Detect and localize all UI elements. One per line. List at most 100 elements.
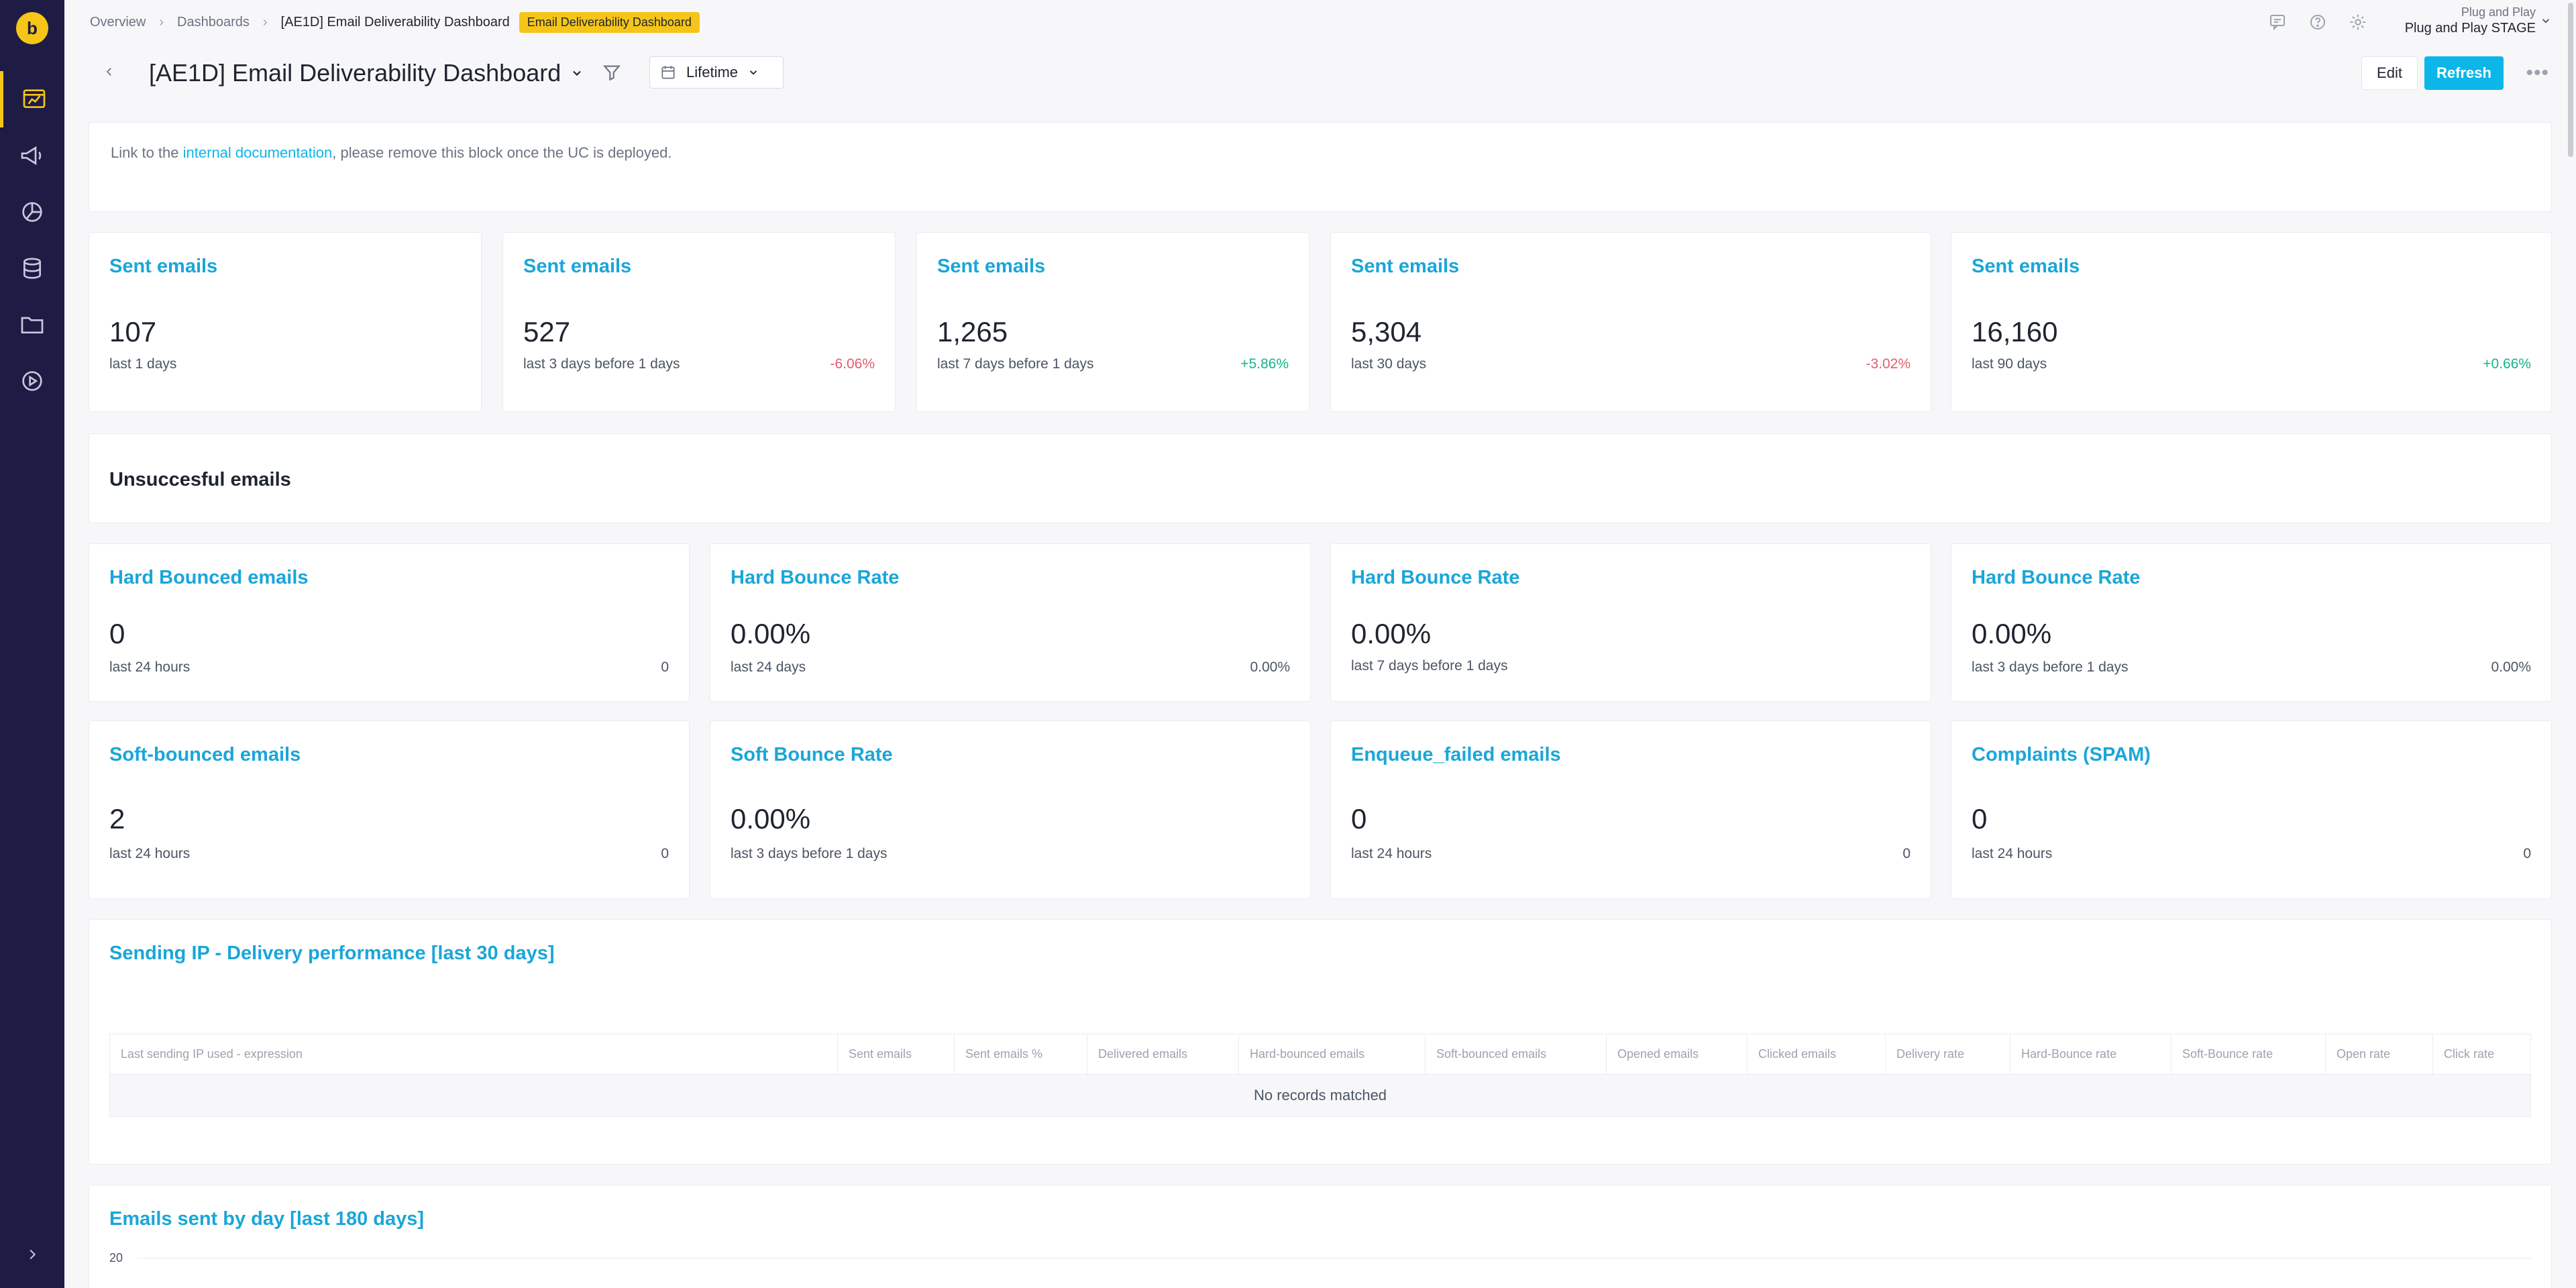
app-logo[interactable]: b [16, 12, 48, 44]
dashboard-type-badge: Email Deliverability Dashboard [519, 12, 700, 33]
metric-value: 0 [1351, 803, 1367, 835]
metric-card[interactable]: Enqueue_failed emails 0 last 24 hours 0 [1330, 720, 1931, 899]
column-header[interactable]: Delivered emails [1087, 1034, 1238, 1074]
metric-period: last 3 days before 1 days [731, 846, 888, 861]
metric-title[interactable]: Hard Bounced emails [109, 567, 309, 589]
metric-value: 107 [109, 316, 157, 347]
column-header[interactable]: Clicked emails [1747, 1034, 1885, 1074]
metric-period: last 30 days [1351, 356, 1427, 372]
metric-value: 0.00% [1972, 618, 2052, 649]
page-scrollbar[interactable] [2568, 3, 2573, 157]
chevron-left-icon [106, 68, 111, 76]
metric-title[interactable]: Soft-bounced emails [109, 744, 301, 766]
metric-card[interactable]: Hard Bounce Rate 0.00% last 7 days befor… [1330, 543, 1931, 702]
metric-change: -6.06% [830, 356, 875, 372]
pie-chart-icon [22, 202, 42, 222]
metric-period: last 1 days [109, 356, 177, 372]
organization-switcher[interactable]: Plug and Play Plug and Play STAGE [2405, 5, 2536, 36]
metric-period: last 24 hours [1972, 846, 2053, 861]
column-header[interactable]: Open rate [2325, 1034, 2432, 1074]
more-options-icon[interactable]: ••• [2526, 62, 2549, 85]
comment-icon[interactable] [2267, 12, 2288, 32]
sidebar-item-campaigns[interactable] [0, 127, 64, 184]
sidebar-expand-button[interactable] [0, 1234, 64, 1275]
metric-title[interactable]: Enqueue_failed emails [1351, 744, 1561, 766]
dashboard-icon [23, 89, 45, 108]
column-header[interactable]: Opened emails [1606, 1034, 1747, 1074]
column-header[interactable]: Sent emails [837, 1034, 954, 1074]
date-range-select[interactable]: Lifetime [649, 56, 784, 89]
sidebar-item-files[interactable] [0, 297, 64, 353]
chevron-down-icon [749, 70, 757, 75]
metric-card[interactable]: Hard Bounced emails 0 last 24 hours 0 [89, 543, 690, 702]
table-header: Last sending IP used - expression Sent e… [110, 1034, 2530, 1075]
metric-card[interactable]: Sent emails 527 last 3 days before 1 day… [502, 232, 896, 412]
sidebar-item-data[interactable] [0, 240, 64, 297]
help-icon[interactable] [2308, 12, 2328, 32]
metric-card[interactable]: Hard Bounce Rate 0.00% last 24 days 0.00… [710, 543, 1311, 702]
info-text: Link to the internal documentation, plea… [111, 144, 672, 162]
column-header[interactable]: Delivery rate [1885, 1034, 2010, 1074]
metric-title[interactable]: Hard Bounce Rate [731, 567, 899, 589]
section-title: Unsuccesful emails [109, 469, 291, 490]
metric-value: 5,304 [1351, 316, 1422, 347]
breadcrumb-overview[interactable]: Overview [90, 15, 146, 30]
metric-title[interactable]: Sent emails [1972, 256, 2080, 278]
edit-button[interactable]: Edit [2361, 56, 2418, 90]
metric-period: last 7 days before 1 days [937, 356, 1094, 372]
sidebar-item-media[interactable] [0, 353, 64, 409]
metric-value: 2 [109, 803, 125, 835]
refresh-button[interactable]: Refresh [2424, 56, 2504, 90]
back-button[interactable] [99, 62, 119, 82]
column-header[interactable]: Sent emails % [954, 1034, 1087, 1074]
metric-period: last 24 days [731, 659, 806, 675]
column-header[interactable]: Hard-bounced emails [1238, 1034, 1425, 1074]
metric-title[interactable]: Hard Bounce Rate [1972, 567, 2140, 589]
metric-card[interactable]: Sent emails 107 last 1 days [89, 232, 482, 412]
column-header[interactable]: Hard-Bounce rate [2010, 1034, 2171, 1074]
metric-title[interactable]: Sent emails [109, 256, 217, 278]
metric-card[interactable]: Complaints (SPAM) 0 last 24 hours 0 [1951, 720, 2552, 899]
metric-change: 0.00% [2491, 659, 2531, 675]
chevron-down-icon[interactable] [2540, 15, 2552, 27]
column-header[interactable]: Soft-Bounce rate [2171, 1034, 2325, 1074]
metric-title[interactable]: Sent emails [937, 256, 1045, 278]
metric-card[interactable]: Soft Bounce Rate 0.00% last 3 days befor… [710, 720, 1311, 899]
metric-card[interactable]: Hard Bounce Rate 0.00% last 3 days befor… [1951, 543, 2552, 702]
column-header[interactable]: Soft-bounced emails [1425, 1034, 1606, 1074]
top-icons [2267, 12, 2368, 32]
metric-period: last 3 days before 1 days [523, 356, 680, 372]
dashboard-title[interactable]: [AE1D] Email Deliverability Dashboard [149, 59, 584, 87]
metric-value: 1,265 [937, 316, 1008, 347]
metric-period: last 7 days before 1 days [1351, 658, 1508, 674]
column-header[interactable]: Click rate [2432, 1034, 2530, 1074]
breadcrumb-separator-icon: › [262, 15, 268, 30]
metric-card[interactable]: Sent emails 16,160 last 90 days +0.66% [1951, 232, 2552, 412]
metric-title[interactable]: Sent emails [1351, 256, 1459, 278]
internal-documentation-link[interactable]: internal documentation [183, 144, 333, 161]
metric-title[interactable]: Complaints (SPAM) [1972, 744, 2151, 766]
metric-change: +0.66% [2483, 356, 2531, 372]
sidebar-item-analytics[interactable] [0, 184, 64, 240]
metric-title[interactable]: Sent emails [523, 256, 631, 278]
metric-title[interactable]: Hard Bounce Rate [1351, 567, 1519, 589]
metric-card[interactable]: Sent emails 5,304 last 30 days -3.02% [1330, 232, 1931, 412]
breadcrumb-separator-icon: › [159, 15, 164, 30]
metric-card[interactable]: Soft-bounced emails 2 last 24 hours 0 [89, 720, 690, 899]
folder-icon [21, 317, 44, 333]
emails-by-day-title[interactable]: Emails sent by day [last 180 days] [109, 1208, 424, 1230]
column-header[interactable]: Last sending IP used - expression [110, 1034, 837, 1074]
metric-title[interactable]: Soft Bounce Rate [731, 744, 893, 766]
sidebar-item-dashboards[interactable] [0, 71, 64, 127]
metric-change: +5.86% [1240, 356, 1289, 372]
metric-card[interactable]: Sent emails 1,265 last 7 days before 1 d… [916, 232, 1309, 412]
section-header-card: Unsuccesful emails [89, 433, 2552, 523]
settings-icon[interactable] [2348, 12, 2368, 32]
metric-period: last 3 days before 1 days [1972, 659, 2129, 675]
metric-value: 527 [523, 316, 571, 347]
ip-performance-card: Sending IP - Delivery performance [last … [89, 919, 2552, 1165]
ip-table-title[interactable]: Sending IP - Delivery performance [last … [109, 943, 555, 965]
filter-icon[interactable] [601, 62, 623, 83]
organization-name: Plug and Play STAGE [2404, 21, 2536, 36]
breadcrumb-dashboards[interactable]: Dashboards [177, 15, 250, 30]
